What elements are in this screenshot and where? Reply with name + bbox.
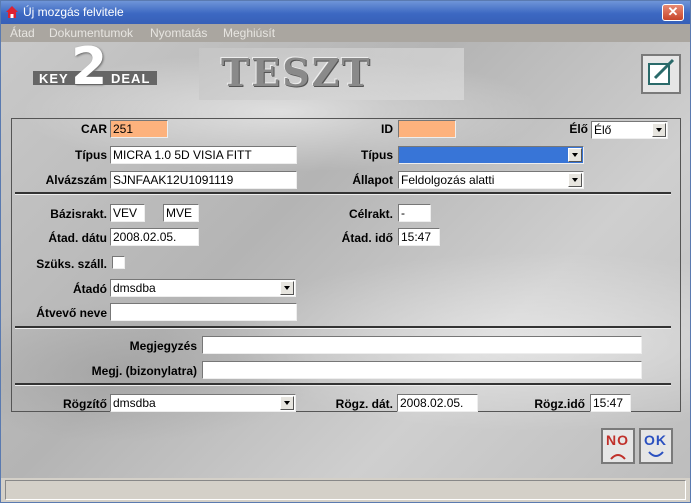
atado-label: Átadó <box>73 282 107 296</box>
status-bar <box>5 480 686 500</box>
environment-label: TESZT <box>221 50 372 95</box>
house-icon <box>6 6 18 18</box>
separator <box>15 383 671 386</box>
id-label: ID <box>381 122 393 136</box>
atad-datum-label: Átad. dátu <box>48 231 107 245</box>
bazis-label: Bázisrakt. <box>50 207 107 221</box>
celrakt-label: Célrakt. <box>348 207 393 221</box>
allapot-label: Állapot <box>352 173 393 187</box>
tipus2-select[interactable] <box>398 146 584 164</box>
happy-face-icon <box>648 451 664 457</box>
szuks-label: Szüks. száll. <box>36 257 107 271</box>
environment-banner: TESZT <box>199 48 464 100</box>
chevron-down-icon[interactable] <box>652 123 666 137</box>
megjegyzes-label: Megjegyzés <box>129 339 197 353</box>
rogzito-select[interactable]: dmsdba <box>110 394 296 412</box>
chevron-down-icon[interactable] <box>280 396 294 410</box>
id-field[interactable] <box>398 120 456 138</box>
rogz-dat-label: Rögz. dát. <box>335 397 393 411</box>
separator <box>15 192 671 195</box>
megjegyzes-field[interactable] <box>202 336 642 354</box>
key2deal-logo: KEY 2 DEAL <box>31 37 171 97</box>
atado-select[interactable]: dmsdba <box>110 279 296 297</box>
megj-biz-field[interactable] <box>202 361 642 379</box>
window: Új mozgás felvitele ✕ Átad Dokumentumok … <box>0 0 691 503</box>
atvevo-field[interactable] <box>110 303 297 321</box>
bazis-field-2[interactable]: MVE <box>163 204 199 222</box>
menu-meghiusit[interactable]: Meghiúsít <box>223 26 275 40</box>
menu-nyomtatas[interactable]: Nyomtatás <box>150 26 207 40</box>
rogz-ido-field[interactable]: 15:47 <box>590 394 631 412</box>
edit-button[interactable] <box>641 54 681 94</box>
tipus-field[interactable]: MICRA 1.0 5D VISIA FITT <box>110 146 297 164</box>
rogz-ido-label: Rögz.idő <box>534 397 585 411</box>
elo-label: Élő <box>569 122 588 136</box>
rogz-dat-field[interactable]: 2008.02.05. <box>397 394 478 412</box>
edit-icon <box>648 58 675 85</box>
tipus2-label: Típus <box>361 148 393 162</box>
car-label: CAR <box>81 122 107 136</box>
atvevo-label: Átvevő neve <box>36 306 107 320</box>
car-field[interactable]: 251 <box>110 120 168 138</box>
menu-atad[interactable]: Átad <box>10 26 35 40</box>
alvaz-field[interactable]: SJNFAAK12U1091119 <box>110 171 297 189</box>
close-button[interactable]: ✕ <box>662 4 684 21</box>
allapot-select[interactable]: Feldolgozás alatti <box>398 171 584 189</box>
cancel-button[interactable]: NO <box>601 428 635 464</box>
elo-select[interactable]: Élő <box>591 121 668 139</box>
title-bar: Új mozgás felvitele ✕ <box>1 1 690 24</box>
chevron-down-icon[interactable] <box>280 281 294 295</box>
atad-ido-field[interactable]: 15:47 <box>398 228 440 246</box>
sad-face-icon <box>610 454 626 460</box>
atad-ido-label: Átad. idő <box>341 231 393 245</box>
bazis-field-1[interactable]: VEV <box>110 204 145 222</box>
rogzito-label: Rögzítő <box>63 397 107 411</box>
alvaz-label: Alvázszám <box>45 173 107 187</box>
separator <box>15 326 671 329</box>
ok-button[interactable]: OK <box>639 428 673 464</box>
megj-biz-label: Megj. (bizonylatra) <box>91 364 197 378</box>
chevron-down-icon[interactable] <box>568 173 582 187</box>
tipus-label: Típus <box>75 148 107 162</box>
chevron-down-icon[interactable] <box>568 148 582 162</box>
celrakt-field[interactable]: - <box>398 204 431 222</box>
atad-datum-field[interactable]: 2008.02.05. <box>110 228 199 246</box>
szuks-checkbox[interactable] <box>112 256 125 269</box>
window-title: Új mozgás felvitele <box>23 5 124 19</box>
